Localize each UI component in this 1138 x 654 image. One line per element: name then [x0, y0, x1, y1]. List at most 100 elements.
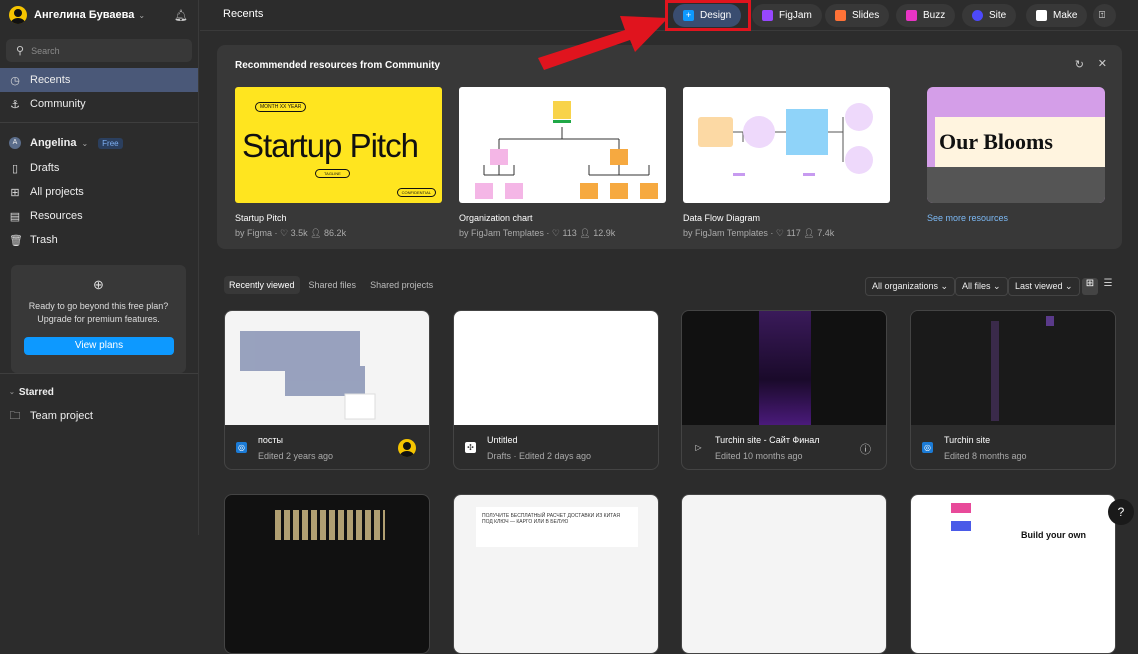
card-title: Organization chart — [459, 213, 533, 223]
sort-filter[interactable]: Last viewed ⌄ — [1008, 277, 1080, 296]
create-slides-button[interactable]: Slides — [825, 4, 890, 27]
slides-icon — [835, 10, 846, 21]
resources-icon: ▤ — [9, 210, 21, 223]
file-info: ✣ Untitled Drafts · Edited 2 days ago — [454, 425, 658, 469]
starred-item-team-project[interactable]: 🗀 Team project — [0, 404, 198, 428]
plan-badge: Free — [98, 137, 123, 149]
file-card[interactable] — [681, 494, 887, 654]
community-card[interactable]: MONTH XX YEAR Startup Pitch TAGLINE CONF… — [235, 87, 442, 239]
globe-icon — [972, 10, 983, 21]
figjam-icon — [762, 10, 773, 21]
card-title: Data Flow Diagram — [683, 213, 761, 223]
search-input[interactable]: ⚲ Search — [6, 39, 192, 62]
file-card[interactable]: ПОЛУЧИТЕ БЕСПЛАТНЫЙ РАСЧЕТ ДОСТАВКИ ИЗ К… — [453, 494, 659, 654]
annotation-arrow-icon — [538, 16, 668, 70]
likes: 3.5k — [290, 228, 308, 238]
bell-icon[interactable]: 🔔︎ — [174, 9, 188, 22]
sidebar: Ангелина Буваева ⌄ 🔔︎ ⚲ Search ◷ Recents … — [0, 0, 199, 535]
file-type-filter[interactable]: All files ⌄ — [955, 277, 1008, 296]
sidebar-item-community[interactable]: ⚓︎ Community — [0, 92, 198, 116]
file-tabs: Recently viewed Shared files Shared proj… — [224, 276, 438, 294]
button-label: Buzz — [923, 10, 946, 21]
file-card[interactable]: ✣ Untitled Drafts · Edited 2 days ago — [453, 310, 659, 470]
starred-section-toggle[interactable]: ⌄ Starred — [0, 380, 198, 404]
create-figjam-button[interactable]: FigJam — [752, 4, 822, 27]
tab-recently-viewed[interactable]: Recently viewed — [224, 276, 300, 294]
thumbnail — [225, 311, 429, 425]
thumbnail — [683, 87, 890, 203]
file-card[interactable]: ▷ Turchin site - Сайт Финал Edited 10 mo… — [681, 310, 887, 470]
user-name: Ангелина Буваева — [34, 9, 135, 21]
account-switcher[interactable]: Ангелина Буваева ⌄ 🔔︎ — [9, 5, 188, 25]
data-flow-thumbnail — [698, 103, 873, 176]
search-placeholder: Search — [31, 45, 60, 56]
team-avatar: A — [9, 137, 21, 149]
upgrade-text: Upgrade for premium features. — [37, 314, 160, 324]
nav-label: Team project — [30, 410, 93, 422]
community-card[interactable]: Organization chart by FigJam Templates ·… — [459, 87, 666, 239]
import-icon: ⍐ — [1099, 10, 1105, 21]
thumbnail — [454, 311, 658, 425]
file-card[interactable]: Build your own — [910, 494, 1116, 654]
trash-icon: 🗑︎ — [9, 234, 23, 247]
sidebar-item-drafts[interactable]: ▯ Drafts — [0, 156, 198, 180]
close-icon[interactable]: ✕ — [1098, 57, 1107, 70]
likes: 113 — [562, 228, 577, 238]
make-icon — [1036, 10, 1047, 21]
info-icon[interactable]: ⓘ — [860, 441, 871, 457]
file-meta: Drafts · Edited 2 days ago — [487, 451, 592, 461]
avatar — [9, 6, 27, 24]
file-info: ◎ Turchin site Edited 8 months ago — [911, 425, 1115, 469]
main-content: Recents + Design FigJam Slides Buzz Site … — [200, 0, 1138, 654]
nav-label: Resources — [30, 210, 83, 222]
chevron-down-icon: ⌄ — [9, 389, 15, 396]
thumb-text: Startup Pitch — [242, 127, 419, 164]
view-plans-button[interactable]: View plans — [24, 337, 174, 355]
sidebar-item-trash[interactable]: 🗑︎ Trash — [0, 228, 198, 252]
button-label: Make — [1053, 10, 1078, 21]
grid-view-icon[interactable]: ⊞ — [1082, 278, 1098, 295]
thumbnail: MONTH XX YEAR Startup Pitch TAGLINE CONF… — [235, 87, 442, 203]
team-switcher[interactable]: A Angelina ⌄ Free — [0, 131, 198, 155]
import-button[interactable]: ⍐ — [1093, 4, 1116, 27]
clock-icon: ◷ — [10, 74, 20, 87]
file-card[interactable]: ◎ посты Edited 2 years ago — [224, 310, 430, 470]
community-card-partial[interactable]: Our Blooms — [927, 87, 1105, 203]
nav-label: Drafts — [30, 162, 60, 174]
thumb-text: CONFIDENTIAL — [396, 188, 436, 197]
upgrade-card: ⊕ Ready to go beyond this free plan? Upg… — [11, 265, 186, 373]
users: 12.9k — [593, 228, 616, 238]
list-view-icon[interactable]: ☰ — [1100, 278, 1116, 295]
organization-filter[interactable]: All organizations ⌄ — [865, 277, 956, 296]
create-make-button[interactable]: Make — [1026, 4, 1088, 27]
section-label: Starred — [18, 386, 54, 398]
tab-shared-files[interactable]: Shared files — [304, 276, 362, 294]
sidebar-item-resources[interactable]: ▤ Resources — [0, 204, 198, 228]
create-buzz-button[interactable]: Buzz — [896, 4, 956, 27]
thumbnail — [911, 311, 1115, 425]
author: by Figma — [235, 228, 273, 238]
users: 86.2k — [324, 228, 347, 238]
design-file-icon: ◎ — [922, 442, 933, 453]
see-more-resources-link[interactable]: See more resources — [927, 213, 1008, 223]
refresh-icon[interactable]: ↻ — [1075, 58, 1084, 71]
filter-label: All files — [962, 281, 991, 291]
file-card[interactable]: ◎ Turchin site Edited 8 months ago — [910, 310, 1116, 470]
help-button[interactable]: ? — [1108, 499, 1134, 525]
filter-label: All organizations — [872, 281, 939, 291]
card-meta: by FigJam Templates · ♡ 117 👤︎ 7.4k — [683, 228, 835, 238]
tab-shared-projects[interactable]: Shared projects — [365, 276, 438, 294]
filter-label: Last viewed — [1015, 281, 1063, 291]
author: by FigJam Templates — [459, 228, 544, 238]
community-card[interactable]: Data Flow Diagram by FigJam Templates · … — [683, 87, 890, 239]
sidebar-item-recents[interactable]: ◷ Recents — [0, 68, 198, 92]
sidebar-item-all-projects[interactable]: ⊞ All projects — [0, 180, 198, 204]
create-site-button[interactable]: Site — [962, 4, 1017, 27]
likes: 117 — [786, 228, 801, 238]
play-icon: ▷ — [695, 443, 702, 452]
divider — [0, 373, 198, 374]
button-label: Site — [989, 10, 1007, 21]
thumb-text: Build your own — [1021, 530, 1086, 540]
file-card[interactable] — [224, 494, 430, 654]
nav-label: All projects — [30, 186, 84, 198]
